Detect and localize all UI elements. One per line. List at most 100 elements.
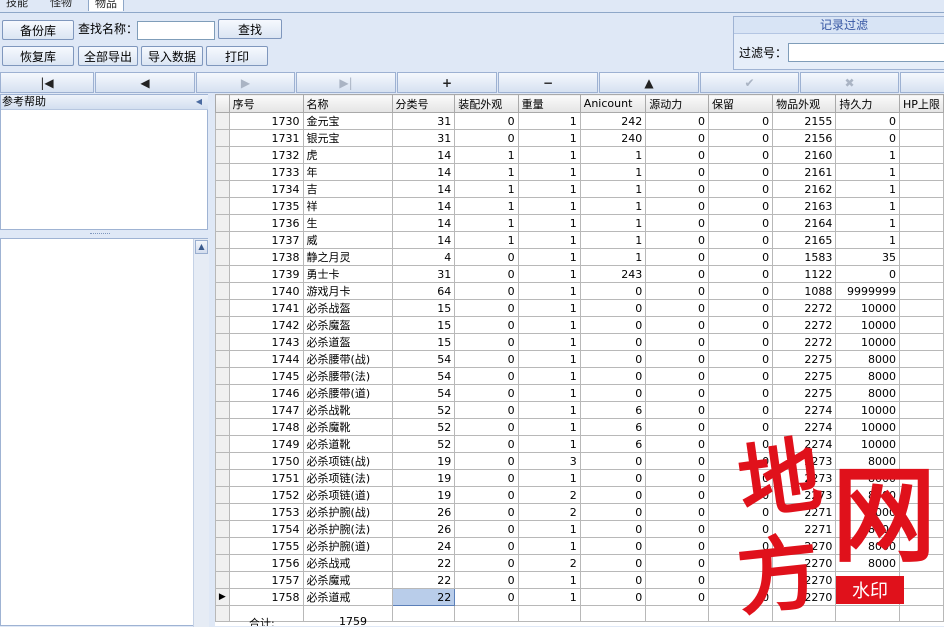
table-cell[interactable]: 1732 — [228, 146, 304, 164]
row-indicator[interactable] — [215, 554, 230, 572]
row-indicator[interactable] — [215, 486, 230, 504]
table-cell[interactable]: 0 — [579, 537, 647, 555]
table-cell[interactable]: 1 — [835, 163, 900, 181]
table-cell[interactable]: 1 — [579, 214, 647, 232]
column-header[interactable]: 序号 — [228, 94, 304, 113]
row-indicator[interactable] — [215, 146, 230, 164]
column-header[interactable]: 名称 — [302, 94, 393, 113]
table-cell[interactable] — [898, 112, 944, 130]
table-cell[interactable]: 10000 — [835, 333, 900, 351]
cancel-record-button[interactable]: ✖ — [800, 72, 899, 93]
table-cell[interactable]: 0 — [707, 180, 774, 198]
table-cell[interactable]: 1 — [835, 146, 900, 164]
column-header[interactable]: Anicount — [579, 94, 647, 113]
table-cell[interactable]: 0 — [645, 214, 709, 232]
table-cell[interactable]: 35 — [835, 248, 900, 266]
table-cell[interactable]: 2275 — [772, 384, 837, 402]
table-cell[interactable]: 0 — [645, 180, 709, 198]
table-cell[interactable]: 1734 — [228, 180, 304, 198]
table-cell[interactable]: 54 — [391, 367, 456, 385]
row-indicator[interactable] — [215, 299, 230, 317]
table-cell[interactable]: 4 — [391, 248, 456, 266]
table-cell[interactable]: 64 — [391, 282, 456, 300]
prior-record-button[interactable]: ◀ — [95, 72, 195, 93]
help-scrollbar[interactable]: ▲ — [193, 239, 209, 627]
table-cell[interactable]: 1 — [517, 435, 581, 453]
table-cell[interactable]: 14 — [391, 197, 456, 215]
table-cell[interactable]: 1740 — [228, 282, 304, 300]
refresh-record-button[interactable] — [900, 72, 944, 93]
table-cell[interactable]: 0 — [645, 486, 709, 504]
table-cell[interactable]: 1 — [579, 180, 647, 198]
table-cell[interactable]: 1753 — [228, 503, 304, 521]
row-indicator[interactable] — [215, 333, 230, 351]
table-row[interactable]: 1733 年 14 1 1 1 0 0 2161 1 — [215, 163, 944, 181]
table-cell[interactable]: 0 — [454, 265, 519, 283]
table-cell[interactable]: 10000 — [835, 401, 900, 419]
table-cell[interactable]: 0 — [454, 299, 519, 317]
table-cell[interactable]: 24 — [391, 537, 456, 555]
table-row[interactable]: 1740 游戏月卡 64 0 1 0 0 0 1088 9999999 — [215, 282, 944, 300]
table-cell[interactable]: 1 — [517, 316, 581, 334]
table-cell[interactable]: 14 — [391, 231, 456, 249]
table-cell[interactable]: 1744 — [228, 350, 304, 368]
table-cell[interactable]: 0 — [579, 588, 647, 606]
table-cell[interactable]: 1741 — [228, 299, 304, 317]
collapse-left-icon[interactable]: ◀ — [196, 95, 202, 109]
table-cell[interactable]: 1748 — [228, 418, 304, 436]
table-cell[interactable]: 必杀护腕(道) — [302, 537, 393, 555]
table-cell[interactable]: 0 — [645, 316, 709, 334]
table-cell[interactable]: 0 — [835, 112, 900, 130]
table-row[interactable]: 1739 勇士卡 31 0 1 243 0 0 1122 0 — [215, 265, 944, 283]
column-header[interactable]: 装配外观 — [454, 94, 519, 113]
table-cell[interactable]: 2161 — [772, 163, 837, 181]
table-cell[interactable] — [898, 214, 944, 232]
table-row[interactable]: 1731 银元宝 31 0 1 240 0 0 2156 0 — [215, 129, 944, 147]
table-cell[interactable]: 1 — [517, 112, 581, 130]
table-cell[interactable]: 0 — [645, 231, 709, 249]
table-cell[interactable]: 必杀战盔 — [302, 299, 393, 317]
filter-input[interactable] — [788, 43, 944, 62]
post-record-button[interactable]: ✔ — [700, 72, 799, 93]
table-cell[interactable]: 1738 — [228, 248, 304, 266]
table-cell[interactable]: 1749 — [228, 435, 304, 453]
table-row[interactable]: 1744 必杀腰带(战) 54 0 1 0 0 0 2275 8000 — [215, 350, 944, 368]
table-cell[interactable]: 243 — [579, 265, 647, 283]
row-indicator[interactable] — [215, 282, 230, 300]
table-cell[interactable]: 0 — [579, 520, 647, 538]
table-cell[interactable]: 吉 — [302, 180, 393, 198]
table-cell[interactable]: 1 — [517, 384, 581, 402]
table-cell[interactable]: 1745 — [228, 367, 304, 385]
row-indicator[interactable] — [215, 316, 230, 334]
table-cell[interactable]: 0 — [645, 469, 709, 487]
pane-splitter-grip[interactable] — [90, 233, 110, 237]
table-cell[interactable]: 1746 — [228, 384, 304, 402]
table-cell[interactable]: 1 — [835, 231, 900, 249]
table-cell[interactable]: 15 — [391, 299, 456, 317]
table-cell[interactable]: 必杀道戒 — [302, 588, 393, 606]
table-cell[interactable]: 0 — [645, 333, 709, 351]
table-cell[interactable]: 必杀魔盔 — [302, 316, 393, 334]
table-cell[interactable] — [898, 367, 944, 385]
table-cell[interactable] — [898, 163, 944, 181]
table-row[interactable]: 1734 吉 14 1 1 1 0 0 2162 1 — [215, 180, 944, 198]
table-cell[interactable]: 22 — [391, 571, 456, 589]
table-cell[interactable]: 1583 — [772, 248, 837, 266]
table-cell[interactable]: 1 — [517, 265, 581, 283]
table-cell[interactable]: 0 — [707, 197, 774, 215]
table-cell[interactable]: 240 — [579, 129, 647, 147]
table-cell[interactable]: 0 — [645, 282, 709, 300]
table-cell[interactable]: 0 — [579, 554, 647, 572]
table-cell[interactable]: 0 — [454, 435, 519, 453]
scroll-up-icon[interactable]: ▲ — [195, 240, 208, 254]
table-row[interactable]: 1730 金元宝 31 0 1 242 0 0 2155 0 — [215, 112, 944, 130]
table-cell[interactable]: 0 — [707, 129, 774, 147]
row-indicator[interactable] — [215, 435, 230, 453]
row-indicator[interactable] — [215, 469, 230, 487]
table-cell[interactable]: 0 — [645, 554, 709, 572]
table-row[interactable]: 1736 生 14 1 1 1 0 0 2164 1 — [215, 214, 944, 232]
table-cell[interactable]: 1 — [517, 537, 581, 555]
table-cell[interactable]: 0 — [454, 503, 519, 521]
table-cell[interactable]: 必杀项链(道) — [302, 486, 393, 504]
table-cell[interactable]: 0 — [645, 163, 709, 181]
